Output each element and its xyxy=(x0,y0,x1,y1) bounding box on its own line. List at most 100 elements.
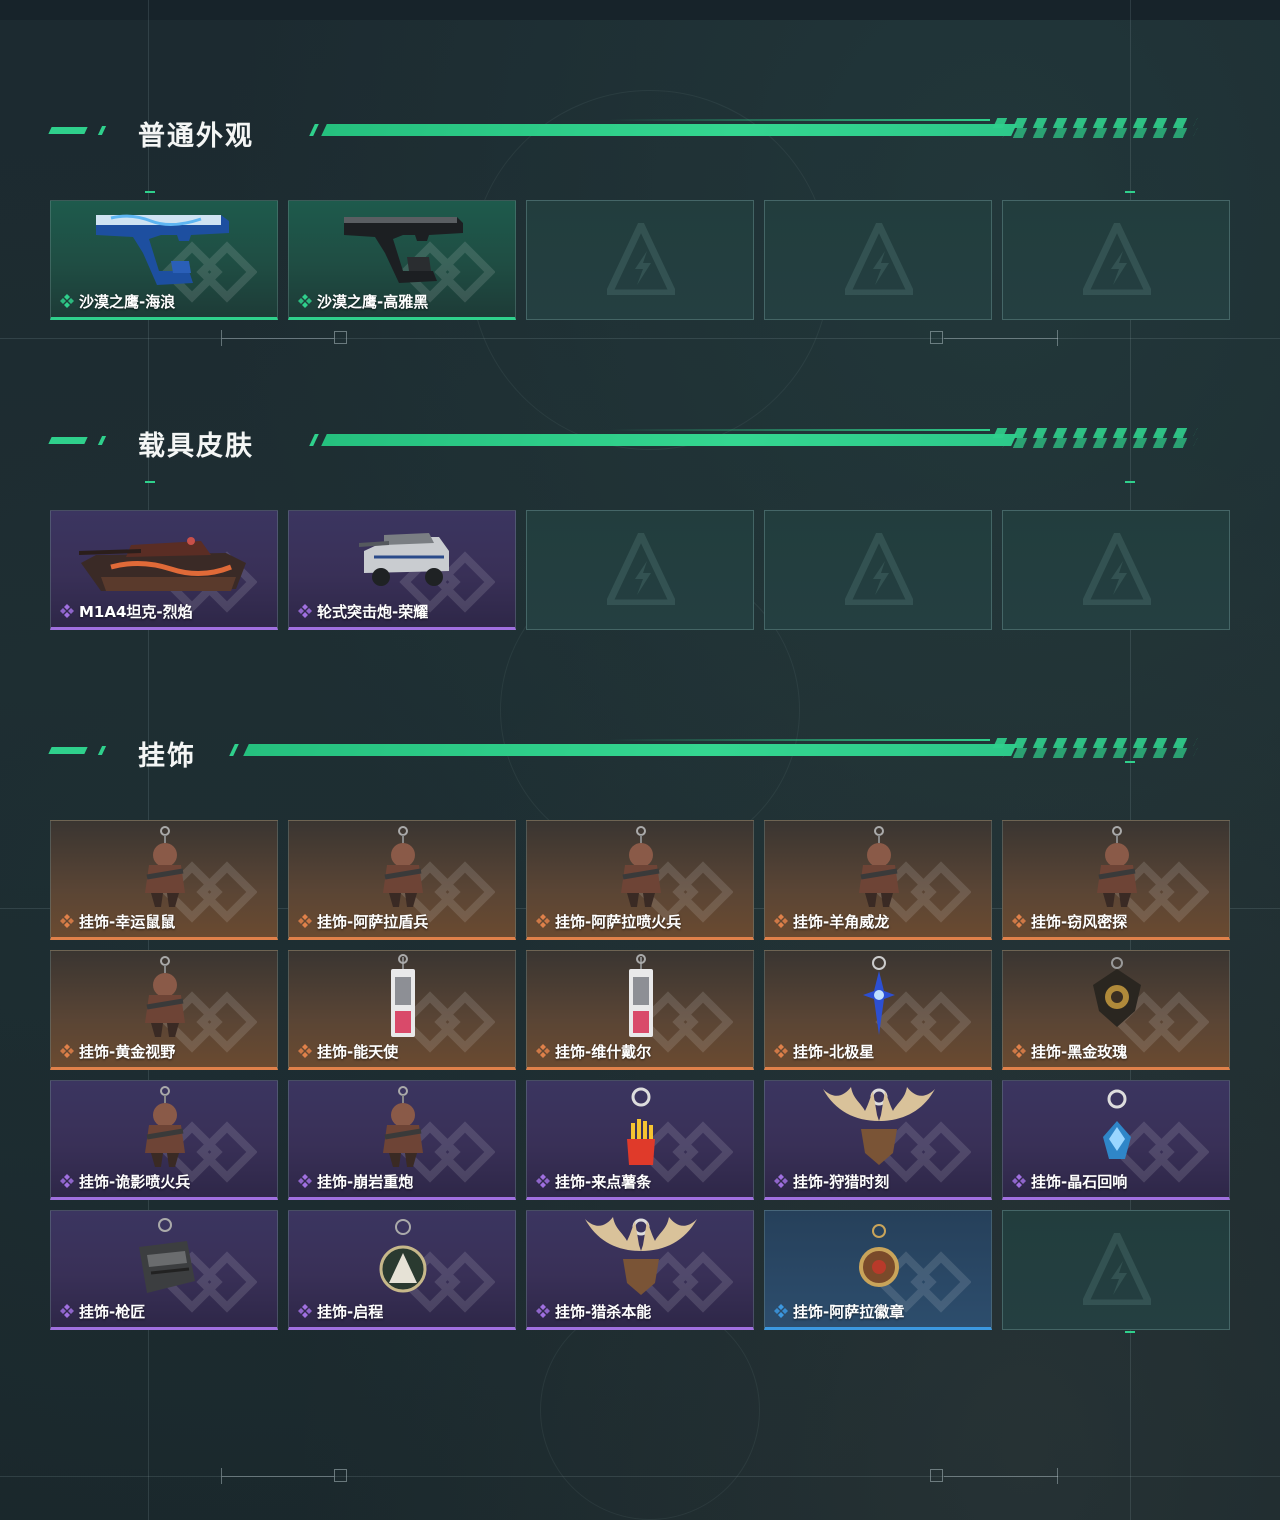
item-card[interactable]: 挂饰-猎杀本能 xyxy=(526,1210,754,1330)
rarity-diamond-icon xyxy=(298,1174,312,1188)
rarity-diamond-icon xyxy=(774,1174,788,1188)
section-header-skins: 普通外观 xyxy=(48,110,1210,152)
item-label-row: 挂饰-诡影喷火兵 xyxy=(59,1171,190,1191)
item-card[interactable]: 挂饰-阿萨拉喷火兵 xyxy=(526,820,754,940)
bg-dash xyxy=(145,481,155,483)
item-name: 挂饰-崩岩重炮 xyxy=(317,1172,414,1191)
item-card[interactable]: 挂饰-幸运鼠鼠 xyxy=(50,820,278,940)
bg-square xyxy=(930,1469,943,1482)
bg-dash xyxy=(145,191,155,193)
header-accent xyxy=(229,744,239,756)
bg-dash xyxy=(1125,191,1135,193)
header-checker xyxy=(1002,748,1198,758)
item-name: 挂饰-黄金视野 xyxy=(79,1042,176,1061)
item-label-row: 挂饰-维什戴尔 xyxy=(535,1041,651,1061)
item-card[interactable]: 挂饰-来点薯条 xyxy=(526,1080,754,1200)
item-name: 挂饰-羊角威龙 xyxy=(793,912,890,931)
bg-line xyxy=(0,338,1280,339)
empty-slot[interactable] xyxy=(764,200,992,320)
empty-slot[interactable] xyxy=(764,510,992,630)
placeholder-logo-icon xyxy=(845,223,913,295)
item-card[interactable]: 挂饰-诡影喷火兵 xyxy=(50,1080,278,1200)
item-label-row: 挂饰-黑金玫瑰 xyxy=(1011,1041,1127,1061)
item-card[interactable]: 挂饰-启程 xyxy=(288,1210,516,1330)
item-card[interactable]: 挂饰-崩岩重炮 xyxy=(288,1080,516,1200)
item-card[interactable]: 挂饰-羊角威龙 xyxy=(764,820,992,940)
rarity-diamond-icon xyxy=(536,1174,550,1188)
item-name: 沙漠之鹰-高雅黑 xyxy=(317,292,429,311)
item-name: 挂饰-北极星 xyxy=(793,1042,875,1061)
bg-tick xyxy=(1057,330,1058,346)
rarity-diamond-icon xyxy=(60,1304,74,1318)
item-card[interactable]: 挂饰-北极星 xyxy=(764,950,992,1070)
item-card[interactable]: 挂饰-狩猎时刻 xyxy=(764,1080,992,1200)
bg-line xyxy=(0,1476,1280,1477)
header-accent xyxy=(48,127,88,134)
black-pistol-icon xyxy=(344,217,463,283)
item-name: 沙漠之鹰-海浪 xyxy=(79,292,176,311)
empty-slot[interactable] xyxy=(1002,510,1230,630)
item-card[interactable]: 挂饰-窃风密探 xyxy=(1002,820,1230,940)
rarity-diamond-icon xyxy=(60,914,74,928)
item-label-row: 挂饰-枪匠 xyxy=(59,1301,145,1321)
item-card[interactable]: M1A4坦克-烈焰 xyxy=(50,510,278,630)
armored-car-icon xyxy=(359,533,449,586)
header-checker xyxy=(992,738,1198,748)
item-label-row: 挂饰-幸运鼠鼠 xyxy=(59,911,175,931)
item-card[interactable]: 挂饰-晶石回响 xyxy=(1002,1080,1230,1200)
item-card[interactable]: 挂饰-能天使 xyxy=(288,950,516,1070)
item-label-row: 挂饰-窃风密探 xyxy=(1011,911,1127,931)
empty-slot[interactable] xyxy=(526,200,754,320)
item-card[interactable]: 挂饰-黑金玫瑰 xyxy=(1002,950,1230,1070)
bg-dash xyxy=(1125,481,1135,483)
rarity-diamond-icon xyxy=(60,604,74,618)
medal-charm-icon xyxy=(379,1219,427,1293)
header-accent xyxy=(610,119,990,121)
rarity-diamond-icon xyxy=(60,1044,74,1058)
header-accent xyxy=(309,434,319,446)
item-card[interactable]: 沙漠之鹰-海浪 xyxy=(50,200,278,320)
badge-charm-icon xyxy=(859,1224,899,1287)
item-card[interactable]: 挂饰-黄金视野 xyxy=(50,950,278,1070)
card-charm-icon xyxy=(629,954,653,1037)
item-name: 挂饰-阿萨拉徽章 xyxy=(793,1302,905,1321)
figure-charm-icon xyxy=(145,826,185,907)
item-name: 挂饰-诡影喷火兵 xyxy=(79,1172,191,1191)
item-card[interactable]: 挂饰-枪匠 xyxy=(50,1210,278,1330)
header-bar xyxy=(321,124,1017,136)
rarity-diamond-icon xyxy=(774,914,788,928)
section-header-charms: 挂饰 xyxy=(48,730,1210,772)
item-label-row: 挂饰-羊角威龙 xyxy=(773,911,889,931)
figure-charm-icon xyxy=(145,956,185,1037)
skins-grid: 沙漠之鹰-海浪 沙漠之鹰-高雅黑 xyxy=(50,200,1230,320)
item-card[interactable]: 轮式突击炮-荣耀 xyxy=(288,510,516,630)
item-name: 挂饰-来点薯条 xyxy=(555,1172,652,1191)
tank-icon xyxy=(79,537,246,591)
item-label-row: 轮式突击炮-荣耀 xyxy=(297,601,428,621)
rarity-diamond-icon xyxy=(298,1044,312,1058)
bg-tick xyxy=(1057,1468,1058,1484)
bg-square xyxy=(334,331,347,344)
item-name: 挂饰-阿萨拉喷火兵 xyxy=(555,912,682,931)
item-card[interactable]: 沙漠之鹰-高雅黑 xyxy=(288,200,516,320)
item-card[interactable]: 挂饰-阿萨拉徽章 xyxy=(764,1210,992,1330)
item-name: 挂饰-窃风密探 xyxy=(1031,912,1128,931)
top-bar xyxy=(0,0,1280,20)
item-label-row: 挂饰-阿萨拉盾兵 xyxy=(297,911,428,931)
item-label-row: M1A4坦克-烈焰 xyxy=(59,601,193,621)
item-label-row: 挂饰-北极星 xyxy=(773,1041,874,1061)
item-card[interactable]: 挂饰-阿萨拉盾兵 xyxy=(288,820,516,940)
rarity-diamond-icon xyxy=(298,604,312,618)
empty-slot[interactable] xyxy=(1002,200,1230,320)
card-charm-icon xyxy=(391,954,415,1037)
header-accent xyxy=(97,436,107,445)
empty-slot[interactable] xyxy=(1002,1210,1230,1330)
bg-line xyxy=(944,1476,1058,1477)
item-name: 轮式突击炮-荣耀 xyxy=(317,602,429,621)
toolbox-charm-icon xyxy=(139,1218,195,1293)
item-name: 挂饰-幸运鼠鼠 xyxy=(79,912,176,931)
header-bar xyxy=(243,744,1017,756)
empty-slot[interactable] xyxy=(526,510,754,630)
item-label-row: 挂饰-晶石回响 xyxy=(1011,1171,1127,1191)
item-card[interactable]: 挂饰-维什戴尔 xyxy=(526,950,754,1070)
